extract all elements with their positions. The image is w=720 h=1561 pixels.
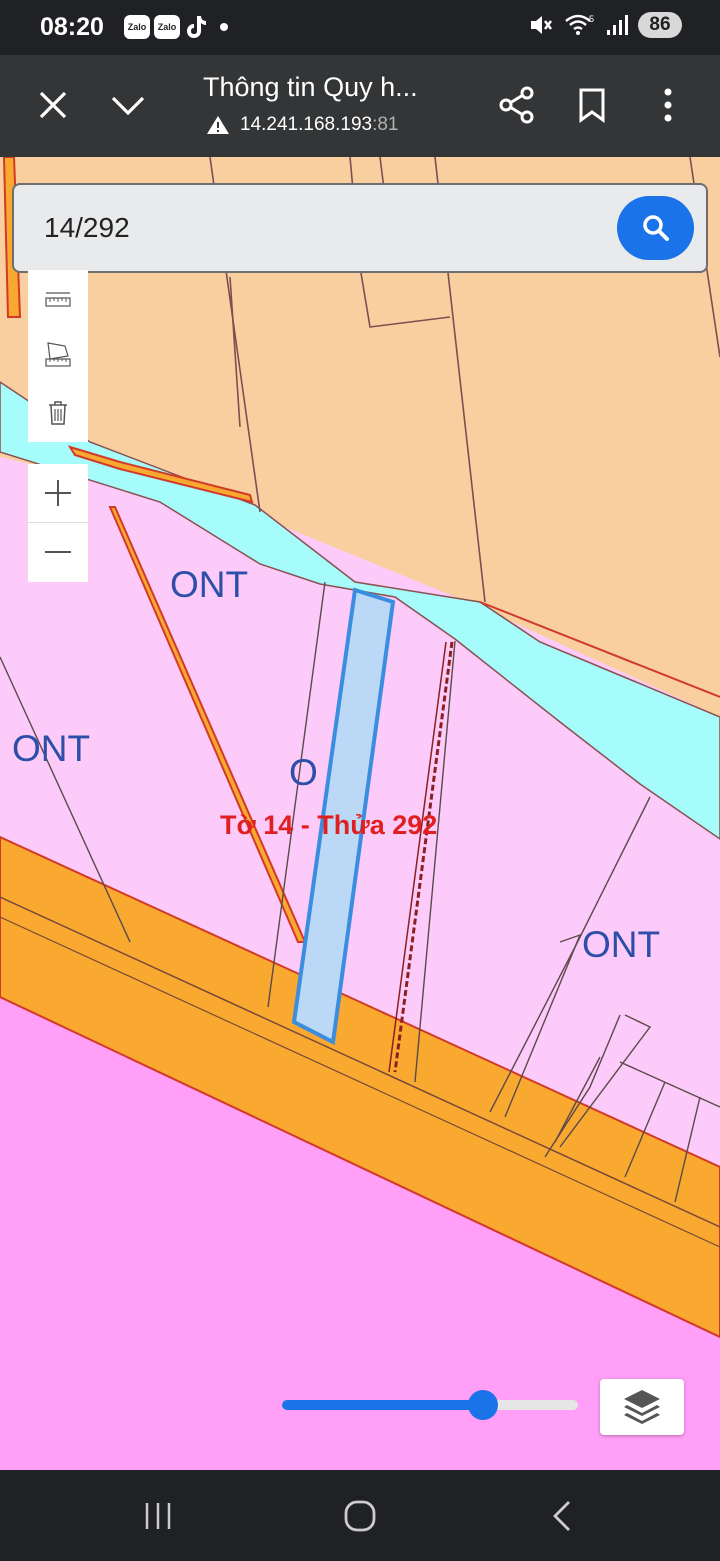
slider-fill — [282, 1400, 483, 1410]
url-host: 14.241.168.193 — [240, 114, 373, 135]
layers-button[interactable] — [600, 1379, 684, 1435]
zalo-icon: Zalo — [124, 15, 150, 39]
wifi-icon: 5 — [565, 14, 594, 35]
navigation-bar — [0, 1470, 720, 1561]
parcel-label: Tờ 14 - Thửa 292 — [220, 810, 437, 840]
notification-icons: Zalo Zalo — [124, 14, 228, 40]
home-icon — [344, 1500, 376, 1532]
network-type: 5 — [589, 14, 594, 24]
opacity-slider[interactable] — [282, 1390, 578, 1420]
browser-toolbar: Thông tin Quy h... 14.241.168.193:81 — [0, 55, 720, 157]
measure-line-button[interactable] — [28, 270, 88, 328]
map-tools — [28, 270, 88, 442]
url-port: :81 — [372, 114, 399, 135]
land-label-ont: ONT — [12, 728, 90, 769]
search-button[interactable] — [617, 196, 694, 260]
zoom-controls — [28, 464, 88, 582]
zoom-out-icon — [45, 551, 71, 553]
recent-apps-icon — [145, 1503, 171, 1529]
measure-area-button[interactable] — [28, 325, 88, 383]
back-button[interactable] — [532, 1492, 592, 1540]
battery-level: 86 — [638, 12, 682, 38]
mute-icon — [531, 16, 552, 34]
back-icon — [553, 1501, 570, 1531]
search-input[interactable]: 14/292 — [44, 212, 130, 244]
bookmark-icon[interactable] — [568, 81, 616, 129]
status-time: 08:20 — [40, 13, 104, 41]
map-canvas[interactable]: ONT ONT O ONT Tờ 14 - Thửa 292 — [0, 157, 720, 1470]
measure-area-icon — [45, 342, 71, 367]
page-title: Thông tin Quy h... — [203, 72, 418, 102]
land-label-ont: O — [289, 752, 318, 793]
chevron-down-icon[interactable] — [104, 81, 152, 129]
recent-apps-button[interactable] — [128, 1492, 188, 1540]
zalo-icon: Zalo — [154, 15, 180, 39]
home-button[interactable] — [330, 1492, 390, 1540]
close-icon[interactable] — [29, 81, 77, 129]
land-label-ont: ONT — [170, 564, 248, 605]
layers-icon — [624, 1390, 660, 1424]
zoom-in-icon — [45, 480, 71, 506]
more-vert-icon[interactable] — [644, 81, 692, 129]
more-notifications-dot — [220, 23, 228, 31]
zoom-out-button[interactable] — [28, 523, 88, 581]
search-bar[interactable]: 14/292 — [12, 183, 708, 273]
zoom-in-button[interactable] — [28, 464, 88, 522]
measure-line-icon — [45, 292, 71, 307]
slider-thumb[interactable] — [468, 1390, 498, 1420]
search-icon — [642, 215, 669, 241]
tiktok-icon — [187, 16, 206, 38]
page-url[interactable]: 14.241.168.193:81 — [206, 114, 399, 136]
trash-icon — [49, 401, 67, 425]
land-label-ont: ONT — [582, 924, 660, 965]
share-icon[interactable] — [493, 81, 541, 129]
map-view[interactable]: ONT ONT O ONT Tờ 14 - Thửa 292 — [0, 157, 720, 1470]
warning-icon — [207, 116, 229, 134]
delete-button[interactable] — [28, 384, 88, 442]
status-bar: 08:20 Zalo Zalo 5 86 — [0, 0, 720, 55]
signal-icon — [607, 15, 628, 35]
status-right: 5 86 — [528, 12, 682, 38]
